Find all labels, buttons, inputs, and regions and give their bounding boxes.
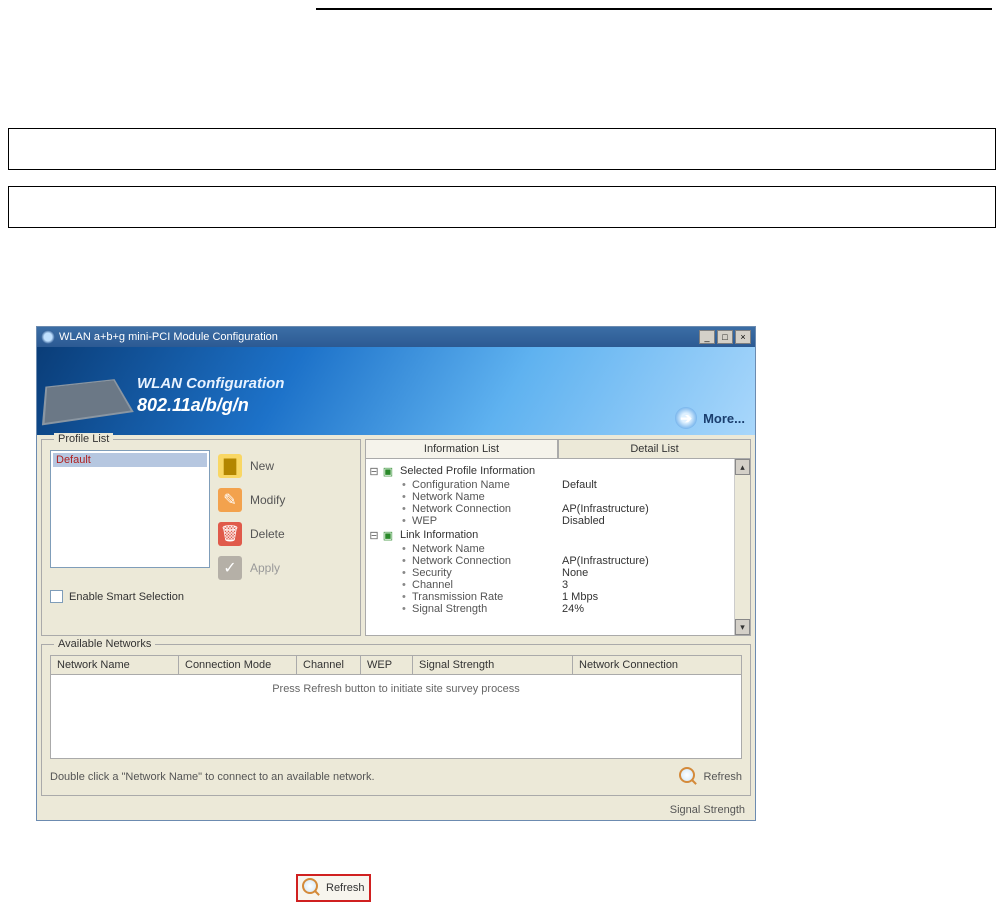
doubleclick-hint: Double click a "Network Name" to connect… (50, 771, 375, 783)
collapse-icon[interactable]: ⊟ (368, 465, 380, 478)
delete-button[interactable]: 🗑 Delete (218, 522, 352, 546)
laptop-graphic (42, 379, 134, 425)
table-row: •Transmission Rate1 Mbps (368, 591, 748, 603)
delete-label: Delete (250, 527, 285, 541)
new-button[interactable]: ▇ New (218, 454, 352, 478)
new-label: New (250, 459, 274, 473)
available-legend: Available Networks (54, 638, 155, 650)
table-row: •WEPDisabled (368, 515, 748, 527)
profile-list-panel: Profile List Default ▇ New ✎ Modify 🗑 (41, 439, 361, 636)
col-signal-strength[interactable]: Signal Strength (413, 656, 573, 674)
highlighted-refresh-label: Refresh (326, 882, 365, 894)
tab-information-list[interactable]: Information List (365, 439, 558, 458)
banner-line2: 802.11a/b/g/n (137, 395, 249, 416)
smart-selection-checkbox[interactable] (50, 590, 63, 603)
more-button[interactable]: ➔ More... (675, 407, 745, 429)
edit-icon: ✎ (218, 488, 242, 512)
arrow-right-icon: ➔ (675, 407, 697, 429)
refresh-button[interactable]: Refresh (679, 767, 742, 787)
collapse-icon[interactable]: ⊟ (368, 529, 380, 542)
table-row: •SecurityNone (368, 567, 748, 579)
col-connection-mode[interactable]: Connection Mode (179, 656, 297, 674)
empty-box-2 (8, 186, 996, 228)
information-panel: Information List Detail List ⊟ ▣ Selecte… (365, 439, 751, 636)
profile-section-icon: ▣ (380, 464, 396, 478)
table-row: •Network ConnectionAP(Infrastructure) (368, 503, 748, 515)
scroll-up-icon[interactable]: ▴ (735, 459, 750, 475)
section-link-information: Link Information (400, 529, 478, 541)
available-headers: Network Name Connection Mode Channel WEP… (50, 655, 742, 675)
col-channel[interactable]: Channel (297, 656, 361, 674)
table-row: •Network ConnectionAP(Infrastructure) (368, 555, 748, 567)
apply-button[interactable]: ✓ Apply (218, 556, 352, 580)
modify-button[interactable]: ✎ Modify (218, 488, 352, 512)
available-empty-message: Press Refresh button to initiate site su… (272, 683, 520, 695)
top-hr (316, 8, 992, 10)
tree-scrollbar[interactable]: ▴ ▾ (734, 459, 750, 635)
modify-label: Modify (250, 493, 285, 507)
check-icon: ✓ (218, 556, 242, 580)
table-row: •Channel3 (368, 579, 748, 591)
link-section-icon: ▣ (380, 528, 396, 542)
col-network-connection[interactable]: Network Connection (573, 656, 741, 674)
wlan-config-window: WLAN a+b+g mini-PCI Module Configuration… (36, 326, 756, 821)
folder-icon: ▇ (218, 454, 242, 478)
profile-legend: Profile List (54, 433, 113, 445)
profile-item-default[interactable]: Default (53, 453, 207, 467)
scroll-down-icon[interactable]: ▾ (735, 619, 750, 635)
banner-line1: WLAN Configuration (137, 375, 284, 392)
app-icon (41, 330, 55, 344)
footer-signal-label: Signal Strength (37, 800, 755, 820)
minimize-button[interactable]: _ (699, 330, 715, 344)
col-network-name[interactable]: Network Name (51, 656, 179, 674)
smart-selection-label: Enable Smart Selection (69, 591, 184, 603)
maximize-button[interactable]: □ (717, 330, 733, 344)
available-networks-panel: Available Networks Network Name Connecti… (41, 644, 751, 796)
table-row: •Network Name (368, 491, 748, 503)
trash-icon: 🗑 (218, 522, 242, 546)
table-row: •Network Name (368, 543, 748, 555)
magnifier-icon (302, 878, 322, 898)
refresh-label: Refresh (703, 771, 742, 783)
more-label: More... (703, 411, 745, 426)
highlighted-refresh-button[interactable]: Refresh (296, 874, 371, 902)
titlebar: WLAN a+b+g mini-PCI Module Configuration… (37, 327, 755, 347)
info-tree: ⊟ ▣ Selected Profile Information •Config… (365, 458, 751, 636)
available-list-body: Press Refresh button to initiate site su… (50, 675, 742, 759)
empty-box-1 (8, 128, 996, 170)
close-button[interactable]: × (735, 330, 751, 344)
col-wep[interactable]: WEP (361, 656, 413, 674)
tab-detail-list[interactable]: Detail List (558, 439, 751, 458)
magnifier-icon (679, 767, 699, 787)
table-row: •Signal Strength24% (368, 603, 748, 615)
window-title: WLAN a+b+g mini-PCI Module Configuration (59, 331, 699, 343)
table-row: •Configuration NameDefault (368, 479, 748, 491)
profile-listbox[interactable]: Default (50, 450, 210, 568)
banner: WLAN Configuration 802.11a/b/g/n ➔ More.… (37, 347, 755, 435)
section-selected-profile: Selected Profile Information (400, 465, 535, 477)
apply-label: Apply (250, 561, 280, 575)
